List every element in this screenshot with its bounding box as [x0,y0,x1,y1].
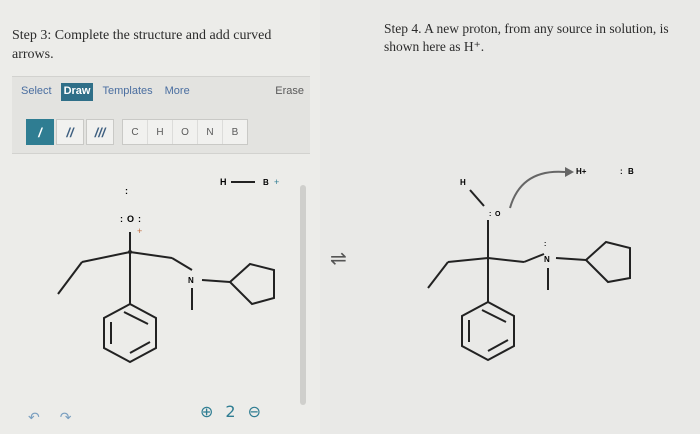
bond-c-methyl [81,251,131,263]
single-bond-button[interactable]: / [26,119,54,145]
drawing-toolbar: Select Draw Templates More Erase / // //… [12,76,310,154]
history-controls: ↶ ↷ [28,410,71,426]
central-carbon [128,250,132,254]
double-bond-button[interactable]: // [56,119,84,145]
tab-more[interactable]: More [162,83,193,101]
bond-c-ring [129,251,173,259]
benzene-right-double-2 [487,339,509,352]
benzene-double-1 [123,311,149,325]
b-charge: + [274,177,279,187]
o-lone-pair: : [489,211,491,218]
b-atom-label: B [263,178,269,187]
bond-buttons: / // /// [26,119,114,145]
erase-button[interactable]: Erase [275,85,304,97]
zoom-in-icon[interactable]: ⊕ [200,402,213,421]
tab-templates[interactable]: Templates [99,83,155,101]
o-top-lone-pair: : [125,186,128,196]
bond-o-h [469,189,485,207]
curved-arrow-head [565,167,574,177]
tab-select[interactable]: Select [18,83,55,101]
drawing-canvas[interactable]: H B + : : O : + N [12,152,310,434]
bond-methyl-end [57,261,83,295]
tab-draw[interactable]: Draw [60,83,94,101]
canvas-scrollbar[interactable] [300,185,306,405]
bond-n-cyclopentyl [201,279,231,283]
n-atom-label: N [188,276,194,285]
h-on-o-label: H [460,178,466,187]
n-lone-pair-right: : [544,241,546,248]
bond-n-cyclopentyl-right [555,257,587,261]
zoom-out-icon[interactable]: ⊖ [248,402,261,421]
o-atom-label: O [127,214,134,224]
atom-n-button[interactable]: N [198,120,223,144]
toolbar-tabs: Select Draw Templates More [18,83,193,101]
equilibrium-arrows-icon: ⇌ [330,246,347,270]
b-lone-pair: : [620,167,623,176]
bond-c-n [171,257,193,271]
curved-arrow [509,170,566,209]
redo-icon[interactable]: ↷ [60,410,72,426]
n-atom-label-right: N [544,255,550,264]
zoom-controls: ⊕ 2 ⊖ [200,402,261,421]
atom-b-button[interactable]: B [223,120,247,144]
cyclopentane-ring [228,262,275,306]
h-atom-label: H [220,177,227,187]
zoom-reset-icon[interactable]: 2 [225,402,235,421]
left-panel: Step 3: Complete the structure and add c… [0,0,320,434]
atom-o-button[interactable]: O [173,120,198,144]
bond-c-methyl-right [447,257,489,263]
step4-structure: H : O H+ : B : N [427,167,634,362]
o-right-lone-pair: : [138,214,141,224]
h-plus-label: H+ [576,167,587,176]
bond-methyl-end-right [427,261,449,289]
o-charge: + [137,226,142,236]
benzene-right-double-1 [481,309,507,323]
triple-bond-button[interactable]: /// [86,119,114,145]
cyclopentane-ring-right [584,240,631,284]
bond-c-ring-right [487,257,525,263]
o-atom-label-right: O [495,211,501,218]
step3-instruction: Step 3: Complete the structure and add c… [12,28,272,62]
atom-c-button[interactable]: C [123,120,148,144]
b-label-right: B [628,167,634,176]
step4-instruction: Step 4. A new proton, from any source in… [384,21,669,54]
undo-icon[interactable]: ↶ [28,410,40,426]
benzene-double-2 [129,341,151,354]
atom-buttons: C H O N B [122,119,248,145]
bond-c-n-right [523,253,545,263]
atom-h-button[interactable]: H [148,120,173,144]
o-left-lone-pair: : [120,214,123,224]
